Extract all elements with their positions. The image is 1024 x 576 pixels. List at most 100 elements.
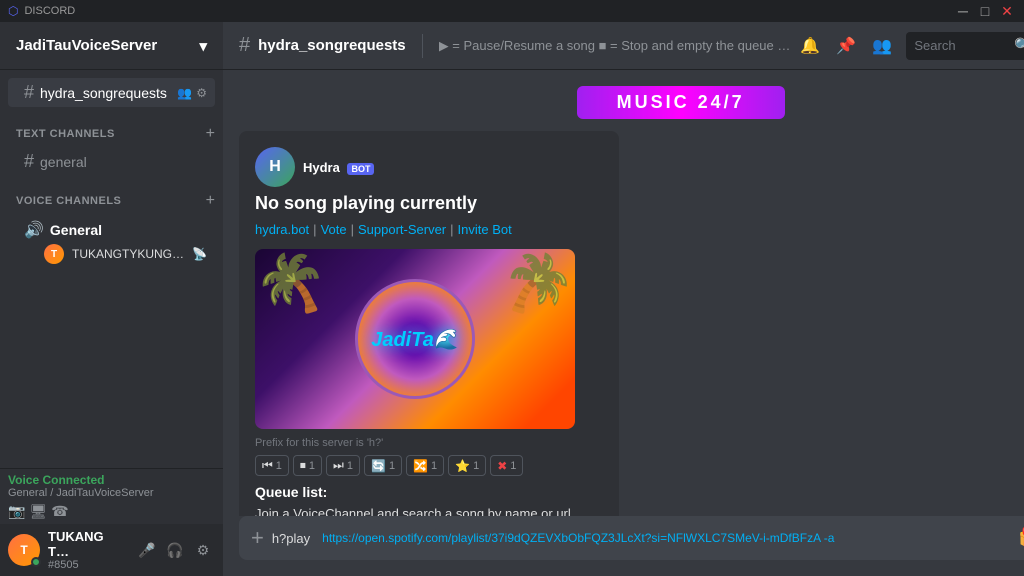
screen-share-icon[interactable]: 🖥 xyxy=(29,503,47,520)
invite-bot-link[interactable]: Invite Bot xyxy=(458,222,512,237)
user-avatar: T xyxy=(8,534,40,566)
speaker-icon: 🔊 xyxy=(24,220,44,240)
voice-connected-info: Voice Connected General / JadiTauVoiceSe… xyxy=(8,473,215,499)
chevron-down-icon: ▾ xyxy=(199,37,207,55)
command-prefix: h?play xyxy=(272,531,310,546)
queue-list-title: Queue list: xyxy=(255,484,603,500)
reaction-next[interactable]: ⏭ 1 xyxy=(326,455,360,476)
reaction-count-x: 1 xyxy=(510,460,516,472)
app: 🎮 🎵 L n S + 🧭 JadiTauVoiceServer ▾ xyxy=(0,22,1024,576)
search-input[interactable] xyxy=(914,38,1014,53)
message-input-area: + h?play https://open.spotify.com/playli… xyxy=(223,516,1024,576)
channel-name-hydra: hydra_songrequests xyxy=(40,85,167,101)
reaction-shuffle[interactable]: 🔀 1 xyxy=(406,455,444,476)
announcement-links: hydra.bot | Vote | Support-Server | Invi… xyxy=(255,222,603,237)
star-icon: ⭐ xyxy=(455,459,470,473)
reaction-x[interactable]: ✖ 1 xyxy=(490,455,523,476)
reaction-star[interactable]: ⭐ 1 xyxy=(448,455,486,476)
voice-channel-name: General xyxy=(50,222,102,238)
deafen-button[interactable]: 🎧 xyxy=(163,538,187,562)
shuffle-icon: 🔀 xyxy=(413,459,428,473)
voice-connected-title: Voice Connected xyxy=(8,473,215,487)
support-server-link[interactable]: Support-Server xyxy=(358,222,446,237)
bot-image: 🌴 🌴 JadiTa🌊 xyxy=(255,249,575,429)
close-button[interactable]: ✕ xyxy=(998,3,1016,20)
voice-channel-general-header[interactable]: 🔊 General xyxy=(24,218,207,242)
reaction-stop[interactable]: ⏹ 1 xyxy=(293,455,322,476)
spotify-link[interactable]: https://open.spotify.com/playlist/37i9dQ… xyxy=(322,531,834,545)
input-content: https://open.spotify.com/playlist/37i9dQ… xyxy=(322,531,1010,545)
voice-channels-label: VOICE CHANNELS xyxy=(16,195,121,207)
channel-name-general: general xyxy=(40,154,87,170)
text-channels-label: TEXT CHANNELS xyxy=(16,128,115,140)
text-channels-category[interactable]: TEXT CHANNELS + xyxy=(0,109,223,147)
bot-announcement-box: H Hydra BOT No song playing currently hy… xyxy=(239,131,619,516)
voice-connected-bar: Voice Connected General / JadiTauVoiceSe… xyxy=(0,468,223,524)
bot-badge: BOT xyxy=(347,163,374,175)
stream-icon: 📡 xyxy=(192,247,207,261)
music-banner-text: MUSIC 24/7 xyxy=(617,92,745,112)
x-icon: ✖ xyxy=(497,459,507,473)
music-banner-container: MUSIC 24/7 xyxy=(239,86,1024,119)
camera-icon[interactable]: 📷 xyxy=(8,503,25,520)
music-banner: MUSIC 24/7 xyxy=(577,86,785,119)
bot-message-author: Hydra xyxy=(303,160,340,175)
settings-icon[interactable]: ⚙ xyxy=(196,86,207,100)
channel-item-general[interactable]: # general xyxy=(8,147,215,176)
palm-right-icon: 🌴 xyxy=(490,249,575,331)
reaction-prev[interactable]: ⏮ 1 xyxy=(255,455,289,476)
channel-header-icons: 🔔 📌 👥 🔍 @ ? xyxy=(798,32,1024,60)
hydra-bot-link[interactable]: hydra.bot xyxy=(255,222,309,237)
queue-list: Queue list: Join a VoiceChannel and sear… xyxy=(255,484,603,516)
user-controls: 🎤 🎧 ⚙ xyxy=(135,538,215,562)
minimize-button[interactable]: ─ xyxy=(954,3,972,20)
members-list-icon[interactable]: 👥 xyxy=(870,34,894,58)
channel-item-hydra-songrequests[interactable]: # hydra_songrequests 👥 ⚙ xyxy=(8,78,215,107)
channel-list: # hydra_songrequests 👥 ⚙ TEXT CHANNELS +… xyxy=(0,70,223,468)
input-right-icons: 🎁 GIF 😊 xyxy=(1018,526,1024,551)
prev-icon: ⏮ xyxy=(262,458,273,473)
members-icon: 👥 xyxy=(177,86,192,100)
voice-user-name: TUKANGTYKUNG… xyxy=(72,247,184,261)
messages-area: MUSIC 24/7 H Hydra BOT No song playing c… xyxy=(223,70,1024,516)
gift-icon[interactable]: 🎁 xyxy=(1018,526,1024,551)
channel-header: # hydra_songrequests ▶ = Pause/Resume a … xyxy=(223,22,1024,70)
message-input-box: + h?play https://open.spotify.com/playli… xyxy=(239,516,1024,560)
no-song-title: No song playing currently xyxy=(255,193,603,214)
reaction-count-star: 1 xyxy=(473,460,479,472)
server-header[interactable]: JadiTauVoiceServer ▾ xyxy=(0,22,223,70)
notification-bell-icon[interactable]: 🔔 xyxy=(798,34,822,58)
titlebar-controls[interactable]: ─ □ ✕ xyxy=(954,3,1016,20)
pin-icon[interactable]: 📌 xyxy=(834,34,858,58)
hash-icon: # xyxy=(24,82,34,103)
queue-line-1: Join a VoiceChannel and search a song by… xyxy=(255,504,603,516)
next-icon: ⏭ xyxy=(333,458,344,473)
search-bar[interactable]: 🔍 xyxy=(906,32,1024,60)
user-panel: T TUKANG T… #8505 🎤 🎧 ⚙ xyxy=(0,524,223,576)
user-tag: #8505 xyxy=(48,559,127,571)
stop-icon: ⏹ xyxy=(300,458,306,473)
voice-user-tukangtykung[interactable]: T TUKANGTYKUNG… 📡 xyxy=(24,242,207,266)
titlebar-app-name: DISCORD xyxy=(24,5,75,17)
user-name: TUKANG T… xyxy=(48,529,127,559)
vote-link[interactable]: Vote xyxy=(321,222,347,237)
channel-icons: 👥 ⚙ xyxy=(177,86,207,100)
reaction-count-prev: 1 xyxy=(276,460,282,472)
add-channel-icon[interactable]: + xyxy=(206,125,215,143)
mute-button[interactable]: 🎤 xyxy=(135,538,159,562)
prefix-text: Prefix for this server is 'h?' xyxy=(255,437,603,449)
search-icon: 🔍 xyxy=(1014,37,1024,54)
repeat-icon: 🔄 xyxy=(371,459,386,473)
voice-channels-category[interactable]: VOICE CHANNELS + xyxy=(0,176,223,214)
user-settings-button[interactable]: ⚙ xyxy=(191,538,215,562)
channel-header-name: hydra_songrequests xyxy=(258,37,406,54)
disconnect-icon[interactable]: ☎ xyxy=(51,503,68,520)
maximize-button[interactable]: □ xyxy=(976,3,994,20)
add-attachment-icon[interactable]: + xyxy=(251,525,264,551)
bot-message: H Hydra BOT No song playing currently hy… xyxy=(239,131,1024,516)
server-name: JadiTauVoiceServer xyxy=(16,37,157,54)
voice-connected-subtitle: General / JadiTauVoiceServer xyxy=(8,487,215,499)
user-status-dot xyxy=(31,557,41,567)
add-voice-channel-icon[interactable]: + xyxy=(206,192,215,210)
reaction-repeat[interactable]: 🔄 1 xyxy=(364,455,402,476)
